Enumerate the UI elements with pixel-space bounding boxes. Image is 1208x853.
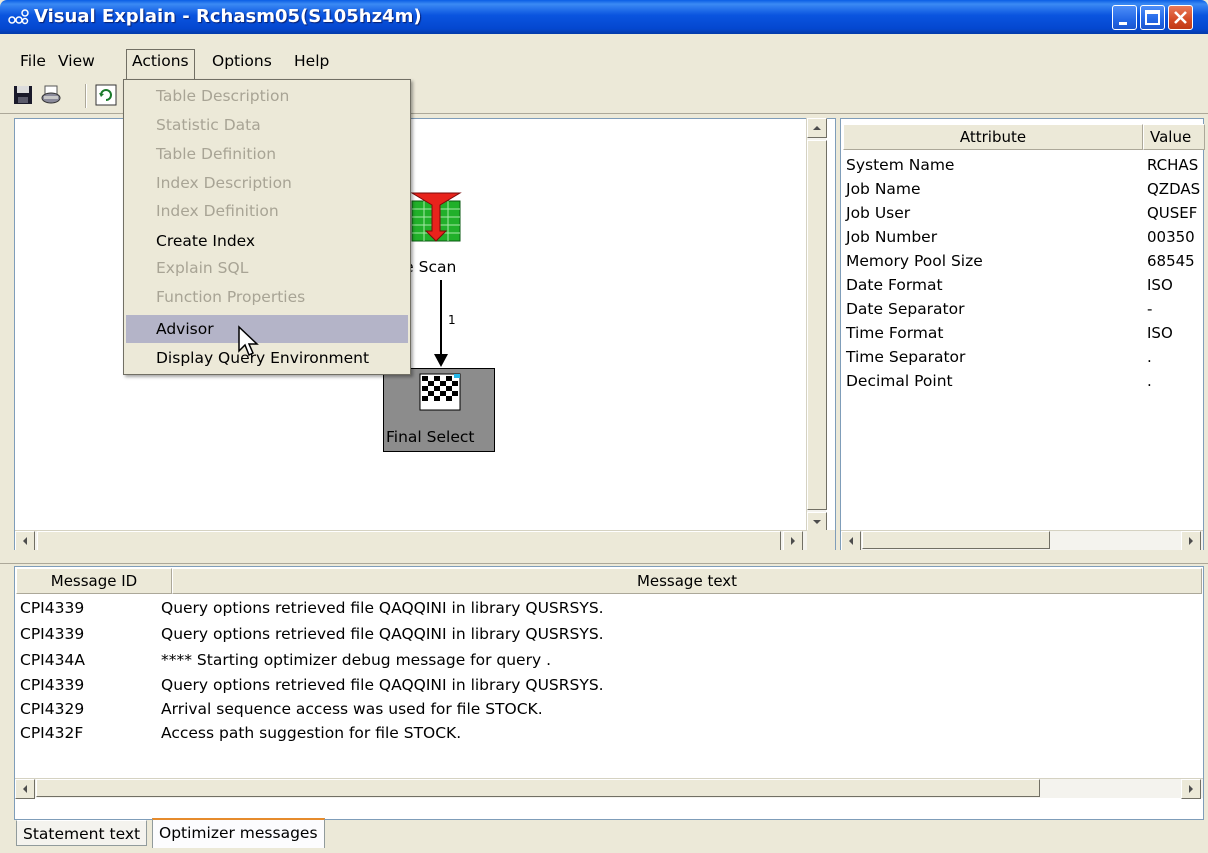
maximize-icon (1145, 10, 1160, 25)
message-text-cell[interactable]: Arrival sequence access was used for fil… (161, 700, 543, 718)
scroll-right-button[interactable] (783, 531, 803, 551)
message-text-column-header[interactable]: Message text (172, 568, 1202, 594)
message-text-cell[interactable]: Access path suggestion for file STOCK. (161, 724, 461, 742)
scroll-right-button[interactable] (1181, 531, 1201, 551)
attribute-value[interactable]: ISO (1147, 273, 1205, 297)
refresh-icon[interactable] (95, 84, 117, 106)
scroll-corner (807, 530, 835, 550)
graph-horizontal-scrollbar[interactable] (15, 530, 807, 551)
scroll-left-button[interactable] (841, 531, 861, 551)
edge-label: 1 (448, 313, 456, 327)
final-select-icon (418, 372, 462, 412)
attribute-value[interactable]: . (1147, 345, 1205, 369)
window-title: Visual Explain - Rchasm05(S105hz4m) (34, 6, 422, 27)
close-icon (1174, 11, 1187, 24)
attribute-value[interactable]: - (1147, 297, 1205, 321)
message-id-cell[interactable]: CPI4339 (20, 676, 84, 694)
scroll-down-button[interactable] (807, 512, 827, 532)
message-text-cell[interactable]: Query options retrieved file QAQQINI in … (161, 676, 604, 694)
print-icon[interactable] (40, 84, 62, 106)
attribute-value[interactable]: RCHAS (1147, 153, 1205, 177)
attribute-name[interactable]: Job User (846, 201, 910, 225)
menu-actions[interactable]: Actions (126, 49, 195, 79)
minimize-icon (1119, 22, 1127, 25)
close-button[interactable] (1168, 5, 1193, 30)
menu-item-table-description[interactable]: Table Description (126, 82, 408, 110)
menu-help[interactable]: Help (290, 50, 333, 72)
menu-item-index-description[interactable]: Index Description (126, 169, 408, 197)
arrow-right-icon (1189, 785, 1193, 793)
message-id-cell[interactable]: CPI4329 (20, 700, 84, 718)
message-id-cell[interactable]: CPI432F (20, 724, 83, 742)
minimize-button[interactable] (1112, 5, 1137, 30)
message-id-cell[interactable]: CPI4339 (20, 599, 84, 617)
arrow-left-icon (849, 537, 853, 545)
scroll-left-button[interactable] (15, 531, 35, 551)
save-icon[interactable] (12, 84, 34, 106)
attribute-name[interactable]: Date Format (846, 273, 943, 297)
attribute-name[interactable]: Decimal Point (846, 369, 953, 393)
arrow-left-icon (23, 537, 27, 545)
tab-statement-text[interactable]: Statement text (16, 820, 148, 846)
message-text-cell[interactable]: Query options retrieved file QAQQINI in … (161, 625, 604, 643)
message-id-column-header[interactable]: Message ID (16, 568, 172, 594)
scroll-left-button[interactable] (15, 779, 35, 799)
scroll-up-button[interactable] (807, 118, 827, 138)
menu-options[interactable]: Options (208, 50, 276, 72)
mouse-pointer-icon (237, 325, 263, 361)
attribute-name[interactable]: Memory Pool Size (846, 249, 983, 273)
message-id-cell[interactable]: CPI434A (20, 651, 85, 669)
messages-horizontal-thumb[interactable] (36, 779, 1040, 797)
menu-file[interactable]: File (16, 50, 50, 72)
arrow-right-icon (791, 537, 795, 545)
attribute-value[interactable]: 68545 (1147, 249, 1205, 273)
message-text-cell[interactable]: Query options retrieved file QAQQINI in … (161, 599, 604, 617)
attribute-column-header[interactable]: Attribute (843, 124, 1143, 150)
graph-horizontal-thumb[interactable] (37, 531, 781, 551)
menu-item-function-properties[interactable]: Function Properties (126, 283, 408, 311)
final-select-node-label: Final Select (386, 428, 475, 446)
attribute-name[interactable]: Date Separator (846, 297, 965, 321)
attribute-value[interactable]: . (1147, 369, 1205, 393)
menu-item-statistic-data[interactable]: Statistic Data (126, 111, 408, 139)
menu-item-display-query-environment[interactable]: Display Query Environment (126, 344, 408, 372)
scroll-right-button[interactable] (1181, 779, 1201, 799)
attribute-name[interactable]: Job Name (846, 177, 921, 201)
pane-splitter[interactable] (0, 550, 1208, 564)
arrow-left-icon (23, 785, 27, 793)
attribute-horizontal-thumb[interactable] (862, 531, 1050, 549)
attribute-value[interactable]: QUSEF (1147, 201, 1205, 225)
menu-view[interactable]: View (54, 50, 99, 72)
menu-item-advisor[interactable]: Advisor (126, 315, 408, 343)
attribute-name[interactable]: Time Separator (846, 345, 965, 369)
menu-item-create-index[interactable]: Create Index (126, 227, 408, 255)
graph-vertical-thumb[interactable] (807, 140, 827, 510)
arrow-right-icon (1189, 537, 1193, 545)
message-id-cell[interactable]: CPI4339 (20, 625, 84, 643)
edge-arrowhead-icon (434, 354, 448, 367)
attribute-value[interactable]: 00350 (1147, 225, 1205, 249)
arrow-up-icon (813, 126, 821, 130)
attribute-name[interactable]: System Name (846, 153, 954, 177)
arrow-down-icon (813, 520, 821, 524)
menu-item-index-definition[interactable]: Index Definition (126, 197, 408, 225)
attribute-value[interactable]: QZDAS (1147, 177, 1205, 201)
maximize-button[interactable] (1140, 5, 1165, 30)
tab-optimizer-messages[interactable]: Optimizer messages (152, 818, 325, 848)
table-scan-icon[interactable] (410, 191, 462, 243)
menu-item-table-definition[interactable]: Table Definition (126, 140, 408, 168)
graph-vertical-scrollbar[interactable] (806, 118, 827, 532)
attribute-value[interactable]: ISO (1147, 321, 1205, 345)
message-text-cell[interactable]: **** Starting optimizer debug message fo… (161, 651, 551, 669)
visual-explain-app-icon[interactable] (8, 8, 30, 26)
attribute-name[interactable]: Time Format (846, 321, 943, 345)
actions-dropdown-menu: Table Description Statistic Data Table D… (123, 79, 411, 375)
value-column-header[interactable]: Value (1143, 124, 1205, 150)
toolbar-separator (85, 84, 87, 108)
menu-item-explain-sql[interactable]: Explain SQL (126, 254, 408, 282)
attribute-name[interactable]: Job Number (846, 225, 937, 249)
